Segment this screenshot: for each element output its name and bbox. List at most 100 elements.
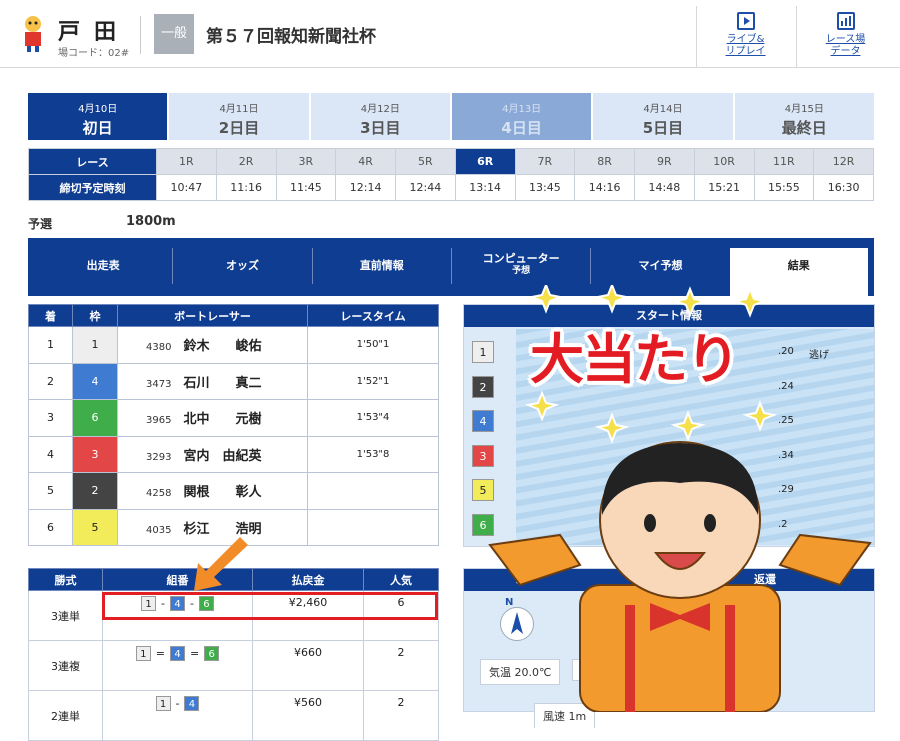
racer-id: 4380: [146, 342, 172, 354]
frame-badge: 2: [72, 472, 118, 510]
wind-speed: 風速 1m: [534, 703, 596, 728]
racer-cell[interactable]: 3293 宮内 由紀英: [117, 435, 308, 473]
racer-name[interactable]: 石川 真二: [183, 376, 261, 391]
deadline-cell-10: 15:21: [693, 174, 755, 201]
start-timing: .20: [778, 346, 794, 357]
race-time: 1'53"4: [307, 399, 439, 437]
tab-label: 結果: [787, 259, 810, 272]
day-date: 4月14日: [643, 104, 683, 115]
day-name: 最終日: [781, 119, 827, 137]
col-payout: 払戻金: [252, 568, 364, 591]
race-cell-6[interactable]: 6R: [454, 148, 516, 175]
racer-name[interactable]: 北中 元樹: [183, 412, 261, 427]
start-frame-badge: 4: [472, 410, 494, 432]
race-title: 第５７回報知新聞社杯: [206, 27, 376, 47]
race-time: [307, 508, 439, 546]
race-cell-4[interactable]: 4R: [335, 148, 396, 175]
race-label: レース: [28, 148, 157, 175]
racer-id: 4035: [146, 524, 172, 536]
compass-north-label: N: [505, 597, 514, 608]
racer-name[interactable]: 関根 彰人: [183, 485, 261, 500]
race-cell-8[interactable]: 8R: [574, 148, 635, 175]
bet-type: 3連複: [28, 640, 103, 691]
race-cell-11[interactable]: 11R: [753, 148, 815, 175]
water-surface: [516, 329, 874, 545]
racer-id: 3965: [146, 415, 172, 427]
deadline-cell-8: 14:16: [574, 174, 635, 201]
start-frame-badge: 1: [472, 341, 494, 363]
start-timing: .29: [778, 484, 794, 495]
place: 6: [28, 508, 73, 546]
race-distance: 1800m: [126, 214, 176, 229]
combination: 1-4: [102, 690, 253, 741]
col-race-time: レースタイム: [307, 304, 439, 327]
combo-separator: =: [190, 647, 200, 660]
combination: 1 = 4 = 6: [102, 640, 253, 691]
weather-box: [572, 659, 600, 681]
bet-type: 2連単: [28, 690, 103, 741]
racer-cell[interactable]: 4258 関根 彰人: [117, 472, 308, 510]
race-cell-5[interactable]: 5R: [395, 148, 456, 175]
tab-label: マイ予想: [638, 259, 683, 272]
racer-cell[interactable]: 4380 鈴木 峻佑: [117, 326, 308, 364]
col-place: 着: [28, 304, 73, 327]
grade-badge: 一般: [154, 14, 194, 54]
race-cell-2[interactable]: 2R: [215, 148, 277, 175]
col-frame: 枠: [72, 304, 118, 327]
deadline-cell-11: 15:55: [753, 174, 815, 201]
result-row: 2 4 3473 石川 真二 1'52"1: [28, 362, 439, 400]
orange-arrow-icon: [194, 537, 248, 591]
venue-data-label-1: レース場: [825, 34, 866, 45]
start-frame-badge: 6: [472, 513, 494, 536]
refund-title: 返還: [754, 573, 776, 586]
frame-badge: 4: [72, 362, 118, 400]
tab-results[interactable]: 結果: [729, 248, 868, 296]
day-name: 2日目: [218, 119, 260, 137]
race-cell-12[interactable]: 12R: [813, 148, 874, 175]
bar-chart-icon: [836, 12, 855, 30]
day-tab-1[interactable]: 4月10日 初日: [28, 93, 168, 140]
race-time: [307, 472, 439, 510]
racer-cell[interactable]: 3965 北中 元樹: [117, 399, 308, 437]
race-cell-10[interactable]: 10R: [693, 148, 755, 175]
day-tabs: 4月10日 初日 4月11日 2日目 4月12日 3日目 4月13日 4日目 4月14日…: [28, 93, 874, 140]
day-name: 初日: [82, 119, 113, 137]
frame-badge: 5: [72, 508, 118, 546]
combo-frame: 4: [184, 696, 200, 711]
venue-data-button[interactable]: レース場 データ: [796, 6, 894, 68]
weather-panel: 水 返還 N 気温 20.0℃ 風速 1m: [463, 568, 875, 728]
bet-type: 3連単: [28, 590, 103, 641]
day-tab-2[interactable]: 4月11日 2日目: [169, 93, 309, 140]
venue-data-label-2: データ: [830, 46, 861, 57]
start-timing: .25: [778, 415, 794, 426]
tab-computer-prediction[interactable]: コンピューター 予想: [452, 248, 592, 284]
tab-my-prediction[interactable]: マイ予想: [591, 248, 729, 284]
deadline-cell-5: 12:44: [395, 174, 456, 201]
tab-pre-race-info[interactable]: 直前情報: [313, 248, 452, 284]
start-info-panel: スタート情報 1 .20 逃げ 2 .24 4 .25 3 .34 5 .29 6 .2: [463, 304, 875, 547]
racer-cell[interactable]: 3473 石川 真二: [117, 362, 308, 400]
start-frame-badge: 3: [472, 444, 494, 467]
race-cell-7[interactable]: 7R: [514, 148, 576, 175]
live-replay-button[interactable]: ライブ& リプレイ: [696, 6, 794, 68]
race-time: 1'52"1: [307, 362, 439, 400]
start-frame-badge: 5: [472, 479, 494, 501]
tab-odds[interactable]: オッズ: [173, 248, 313, 284]
racer-name[interactable]: 鈴木 峻佑: [183, 339, 261, 354]
racer-id: 3473: [146, 378, 172, 390]
race-cell-9[interactable]: 9R: [634, 148, 695, 175]
day-tab-3[interactable]: 4月12日 3日目: [310, 93, 450, 140]
deadline-cell-1: 10:47: [156, 174, 217, 201]
start-timing: .24: [778, 380, 794, 392]
day-tab-5[interactable]: 4月14日 5日目: [593, 93, 733, 140]
race-cell-3[interactable]: 3R: [275, 148, 337, 175]
tab-entry-list[interactable]: 出走表: [34, 248, 174, 284]
racer-name[interactable]: 宮内 由紀英: [183, 449, 261, 464]
tab-label: 直前情報: [359, 259, 404, 272]
place: 1: [28, 326, 73, 364]
deadline-cell-3: 11:45: [275, 174, 337, 201]
payout-amount: ¥660: [252, 640, 364, 691]
day-tab-6[interactable]: 4月15日 最終日: [734, 93, 874, 140]
tv-play-icon: [736, 12, 755, 30]
race-cell-1[interactable]: 1R: [156, 148, 217, 175]
